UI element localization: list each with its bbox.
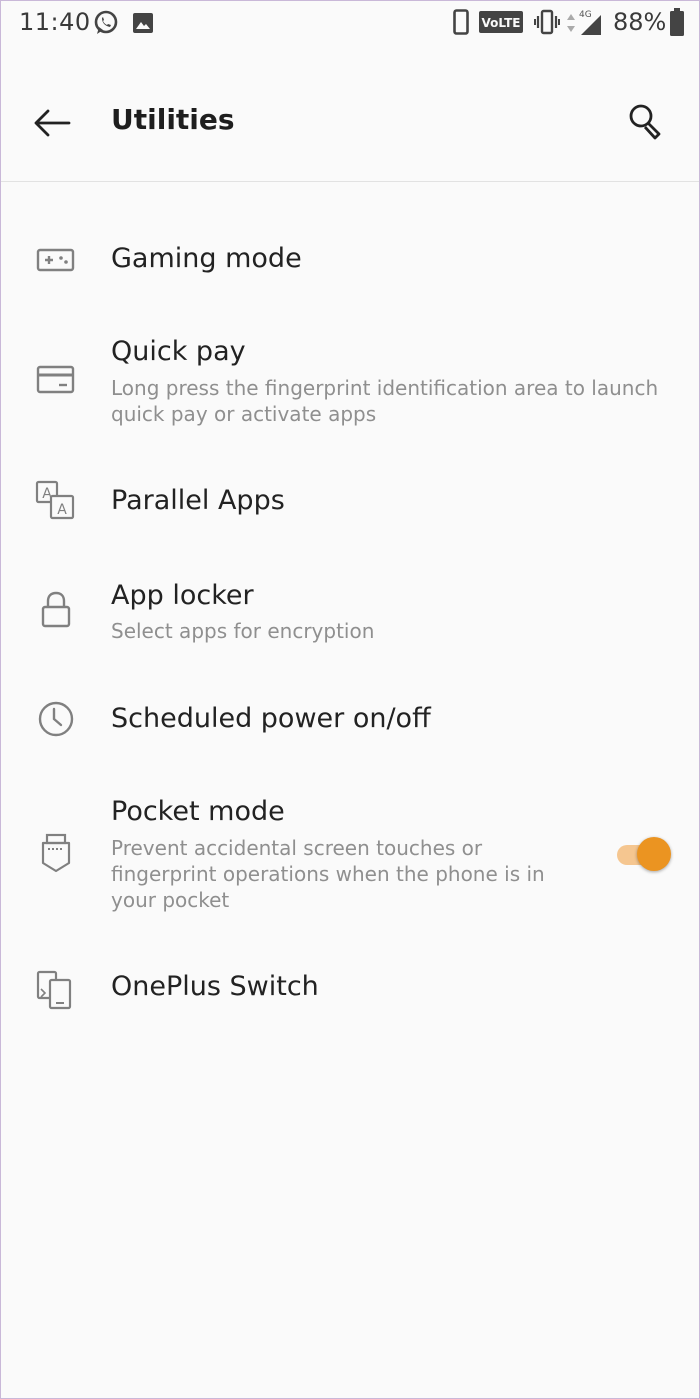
battery-percent: 88%	[613, 8, 667, 36]
item-title: App locker	[111, 580, 254, 611]
item-title: Quick pay	[111, 336, 246, 367]
list-item-scheduled-power[interactable]: Scheduled power on/off	[1, 681, 699, 761]
toolbar: Utilities	[1, 63, 699, 182]
item-title: Gaming mode	[111, 243, 302, 274]
list-item-quick-pay[interactable]: Quick pay Long press the fingerprint ide…	[1, 321, 699, 441]
item-subtitle: Long press the fingerprint identificatio…	[111, 376, 659, 426]
item-title: Parallel Apps	[111, 485, 285, 516]
item-subtitle: Select apps for encryption	[111, 619, 375, 643]
signal-label: 4G	[579, 10, 592, 20]
phone-icon	[453, 9, 469, 35]
list-item-app-locker[interactable]: App locker Select apps for encryption	[1, 563, 699, 663]
screen: 11:40 VoLTE 4G 88% Utilities Gaming mode…	[0, 0, 700, 1399]
search-icon	[629, 104, 661, 140]
volte-label: VoLTE	[482, 16, 521, 30]
item-title: Scheduled power on/off	[111, 703, 431, 734]
list-item-gaming-mode[interactable]: Gaming mode	[1, 221, 699, 301]
gamepad-icon	[36, 248, 75, 272]
parallel-apps-icon: A A	[35, 480, 75, 520]
status-bar: 11:40 VoLTE 4G 88%	[1, 1, 699, 45]
pocket-icon	[41, 833, 71, 873]
arrow-back-icon	[34, 109, 71, 137]
list-item-pocket-mode[interactable]: Pocket mode Prevent accidental screen to…	[1, 779, 699, 929]
battery-icon	[670, 8, 684, 36]
data-activity-icon	[567, 14, 575, 32]
list-item-parallel-apps[interactable]: A A Parallel Apps	[1, 463, 699, 543]
list-item-oneplus-switch[interactable]: OnePlus Switch	[1, 949, 699, 1029]
image-icon	[133, 13, 153, 33]
signal-icon: 4G	[579, 10, 601, 35]
vibrate-icon	[534, 9, 560, 35]
whatsapp-icon	[94, 10, 118, 34]
volte-icon: VoLTE	[479, 11, 523, 33]
page-title: Utilities	[111, 103, 235, 136]
clock-icon	[38, 701, 74, 737]
lock-icon	[41, 591, 71, 628]
phone-switch-icon	[36, 970, 72, 1010]
status-time: 11:40	[19, 8, 91, 36]
search-button[interactable]	[621, 97, 673, 149]
item-subtitle: Prevent accidental screen touches or fin…	[111, 836, 545, 912]
item-title: Pocket mode	[111, 796, 285, 827]
toggle-knob	[637, 837, 671, 871]
back-button[interactable]	[27, 97, 79, 149]
svg-text:A: A	[57, 502, 67, 518]
item-title: OnePlus Switch	[111, 971, 319, 1002]
pocket-mode-toggle[interactable]	[615, 835, 675, 875]
card-icon	[36, 365, 75, 394]
svg-text:A: A	[42, 486, 52, 502]
